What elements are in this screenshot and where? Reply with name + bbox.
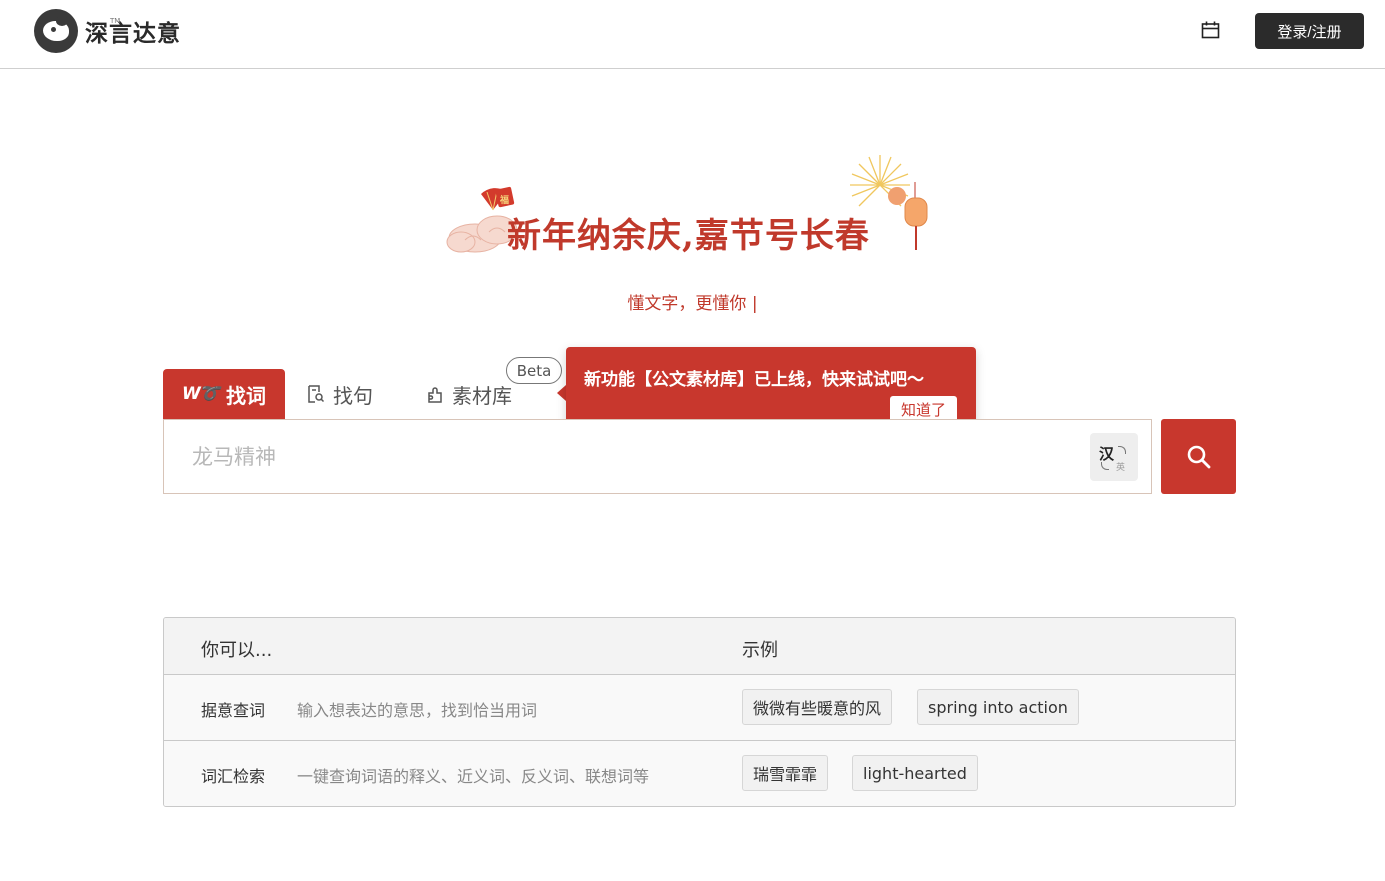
table-row: 词汇检索 一键查询词语的释义、近义词、反义词、联想词等 瑞雪霏霏 light-h… [164,741,1235,806]
search-button[interactable] [1161,419,1236,494]
header-you-can: 你可以... [201,640,273,661]
calendar-icon[interactable] [1201,21,1220,39]
tagline: 懂文字，更懂你 | [627,294,758,314]
lang-zh-label: 汉 [1099,445,1115,463]
fu-badge-text: 福 [499,194,509,206]
wq-logo-icon: W➰ [182,384,220,404]
example-chip[interactable]: light-hearted [852,755,978,791]
feature-description: 一键查询词语的释义、近义词、反义词、联想词等 [297,767,650,786]
puzzle-icon [426,384,444,404]
tab-material-library[interactable]: 素材库 [426,380,512,408]
tab-find-sentence[interactable]: 找句 [307,380,373,408]
tab-material-library-label: 素材库 [452,383,512,408]
tab-find-word[interactable]: W➰ 找词 [163,369,285,419]
feature-name: 词汇检索 [201,767,266,786]
login-register-button[interactable]: 登录/注册 [1255,13,1364,49]
usage-guide-table: 你可以... 示例 据意查词 输入想表达的意思，找到恰当用词 微微有些暖意的风 … [163,617,1236,807]
document-search-icon [307,384,325,404]
header-examples: 示例 [742,640,778,661]
swap-arrow-icon [1118,446,1126,454]
logo-text: 深言达意 [85,21,181,47]
logo-mark-icon [34,9,78,53]
banner-title: 新年纳余庆,嘉节号长春 [507,216,870,256]
tooltip-message: 新功能【公文素材库】已上线，快来试试吧～ [584,370,924,390]
language-toggle-button[interactable]: 汉 英 [1090,433,1138,481]
example-chip[interactable]: spring into action [917,689,1079,725]
search-input[interactable] [164,420,1079,493]
trademark-mark: TM [110,17,121,25]
new-year-banner: 福 新年纳余庆,嘉节号长春 [445,150,935,260]
tab-find-sentence-label: 找句 [333,383,373,408]
example-chip[interactable]: 微微有些暖意的风 [742,689,893,725]
site-logo[interactable]: TM 深言达意 [34,9,181,53]
tab-find-word-label: 找词 [225,383,266,408]
example-chip[interactable]: 瑞雪霏霏 [742,755,829,791]
search-box: 汉 英 [163,419,1152,494]
search-icon [1187,445,1210,468]
beta-badge: Beta [506,357,562,384]
table-header: 你可以... 示例 [164,618,1235,675]
feature-description: 输入想表达的意思，找到恰当用词 [297,701,538,720]
top-header: TM 深言达意 登录/注册 [0,0,1385,69]
tooltip-arrow [557,385,566,401]
lang-en-label: 英 [1116,463,1126,473]
table-row: 据意查词 输入想表达的意思，找到恰当用词 微微有些暖意的风 spring int… [164,675,1235,741]
swap-arrow-icon-lower [1101,462,1109,470]
feature-name: 据意查词 [201,701,266,720]
